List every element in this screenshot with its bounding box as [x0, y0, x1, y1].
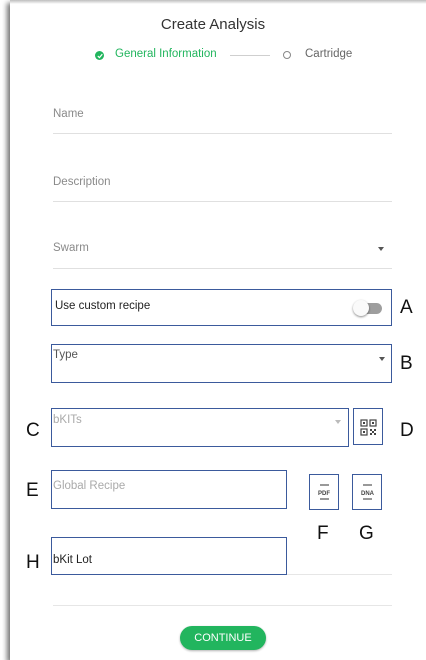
global-recipe-field[interactable]: Global Recipe — [51, 470, 287, 509]
bkit-lot-placeholder: bKit Lot — [53, 554, 92, 566]
type-select[interactable]: Type — [51, 344, 392, 383]
annotation-a: A — [400, 297, 413, 318]
bkit-lot-field[interactable]: bKit Lot — [51, 537, 287, 575]
annotation-f: F — [317, 523, 329, 544]
chevron-down-icon — [379, 357, 385, 361]
name-field[interactable]: Name — [53, 100, 392, 134]
annotation-g: G — [359, 523, 374, 544]
check-circle-icon — [95, 51, 104, 60]
swarm-placeholder: Swarm — [53, 242, 89, 254]
dialog-title: Create Analysis — [160, 16, 266, 33]
description-placeholder: Description — [53, 176, 111, 188]
global-recipe-placeholder: Global Recipe — [53, 480, 126, 492]
annotation-h: H — [26, 552, 40, 573]
bkits-select[interactable]: bKITs — [51, 408, 349, 447]
custom-recipe-row: Use custom recipe — [51, 289, 392, 326]
annotation-c: C — [26, 420, 40, 441]
divider — [53, 605, 392, 606]
dna-icon-label: DNA — [361, 491, 374, 497]
description-field[interactable]: Description — [53, 168, 392, 202]
custom-recipe-label: Use custom recipe — [55, 300, 151, 312]
pdf-icon-label: PDF — [318, 491, 330, 497]
stepper: General Information Cartridge — [0, 48, 426, 64]
chevron-down-icon — [335, 420, 341, 424]
step-cartridge[interactable]: Cartridge — [305, 48, 352, 60]
type-placeholder: Type — [53, 349, 78, 361]
dialog-top-shadow — [10, 0, 426, 4]
qr-code-icon — [360, 419, 377, 436]
annotation-e: E — [26, 480, 39, 501]
dna-button[interactable]: DNA — [352, 474, 382, 510]
qr-scan-button[interactable] — [353, 408, 383, 445]
annotation-d: D — [400, 420, 414, 441]
step-general-information[interactable]: General Information — [115, 48, 217, 60]
swarm-select[interactable]: Swarm — [53, 235, 392, 269]
annotation-b: B — [400, 353, 413, 374]
pdf-button[interactable]: PDF — [309, 474, 339, 510]
circle-icon — [283, 51, 291, 59]
toggle-knob[interactable] — [353, 300, 369, 316]
field-underline — [287, 574, 392, 575]
name-placeholder: Name — [53, 108, 84, 120]
chevron-down-icon — [378, 247, 384, 251]
continue-button[interactable]: CONTINUE — [180, 626, 266, 650]
bkits-placeholder: bKITs — [53, 414, 82, 426]
stepper-connector — [230, 55, 270, 56]
